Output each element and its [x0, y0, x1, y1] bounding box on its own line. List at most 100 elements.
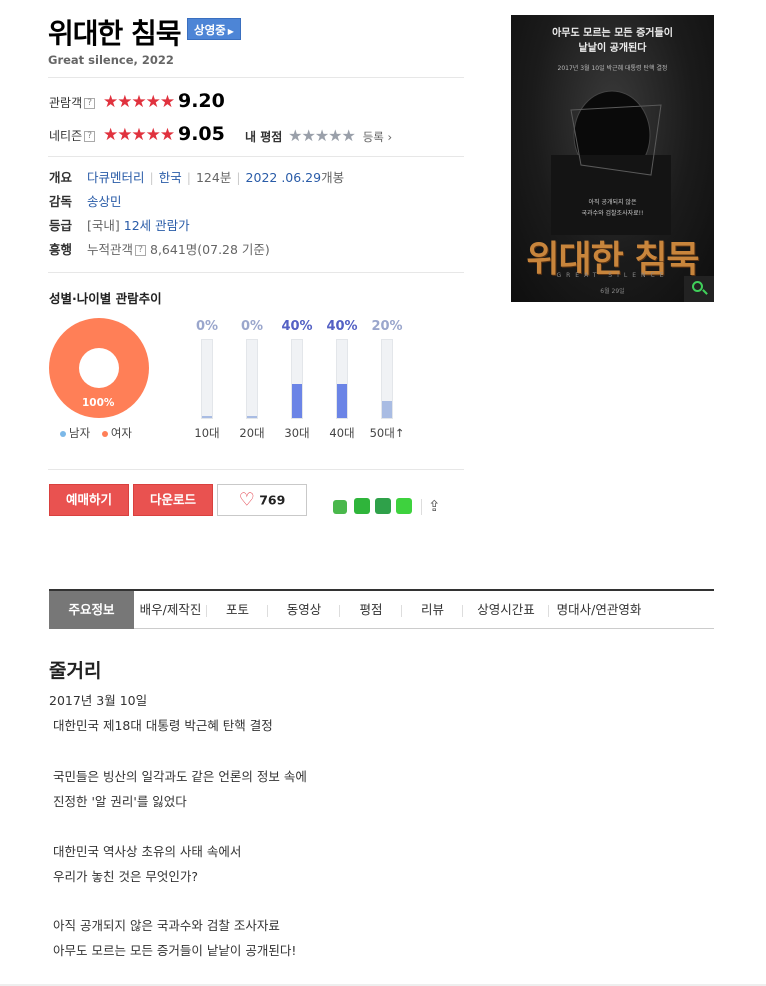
tab-label: 포토 — [225, 602, 249, 617]
male-legend-label: 남자 — [69, 426, 91, 440]
like-count: 769 — [259, 492, 286, 508]
blog-share-icon[interactable] — [333, 500, 347, 514]
my-rating: 내 평점 ★★★★★ 등록 › — [245, 126, 392, 145]
box-office-label: 흥행 — [49, 242, 73, 257]
memo-share-icon[interactable] — [396, 498, 412, 514]
bookmark-share-icon[interactable] — [375, 498, 391, 514]
divider — [48, 77, 464, 78]
tab-5[interactable]: 리뷰 — [402, 591, 463, 629]
grade-link[interactable]: 12세 관람가 — [124, 218, 190, 233]
age-bar — [201, 339, 213, 419]
story-line: 아무도 모르는 모든 증거들이 낱낱이 공개된다! — [53, 943, 297, 958]
donut-hole — [79, 348, 119, 388]
separator: | — [236, 170, 241, 185]
box-office-value: 누적관객? 8,641명(07.28 기준) — [87, 239, 270, 258]
age-bar — [381, 339, 393, 419]
story-line: 대한민국 제18대 대통령 박근혜 탄핵 결정 — [53, 718, 273, 733]
female-legend-label: 여자 — [110, 426, 132, 440]
content-tabs: 주요정보 배우/제작진 포토 동영상 평점 리뷰 상영시간표 명대사/연관영화 — [49, 589, 714, 629]
audience-stars: ★★★★★ — [102, 92, 175, 112]
like-button[interactable]: ♡ 769 — [217, 484, 307, 516]
tab-1[interactable]: 배우/제작진 — [134, 591, 207, 629]
overview-values: 다큐멘터리 | 한국 | 124분 | 2022 .06.29개봉 — [87, 167, 344, 186]
country-link[interactable]: 한국 — [159, 170, 182, 185]
release-date-link[interactable]: 2022 .06.29 — [246, 170, 322, 185]
age-bar-fill — [202, 416, 212, 418]
tab-3[interactable]: 동영상 — [268, 591, 340, 629]
chevron-right-icon: ▶ — [227, 27, 234, 36]
poster-small-1: 아직 공개되지 않은 — [588, 199, 637, 206]
story-line: 진정한 '알 권리'를 잃었다 — [53, 794, 187, 809]
netizen-rating: 네티즌? ★★★★★ 9.05 — [49, 123, 225, 145]
poster-caption: 2017년 3월 10일 박근혜 대통령 탄핵 결정 — [557, 65, 668, 72]
movie-poster[interactable]: 아무도 모르는 모든 증거들이 낱낱이 공개된다 2017년 3월 10일 박근… — [511, 15, 714, 302]
divider — [421, 499, 422, 515]
netizen-score: 9.05 — [177, 123, 225, 145]
tab-6[interactable]: 상영시간표 — [463, 591, 549, 629]
story-heading: 줄거리 — [49, 660, 102, 682]
download-button[interactable]: 다운로드 — [133, 484, 213, 516]
gender-legend: 남자 여자 — [60, 425, 132, 441]
audience-rating: 관람객? ★★★★★ 9.20 — [49, 90, 225, 112]
age-percent-label: 20% — [371, 319, 403, 334]
separator: | — [149, 170, 154, 185]
register-label: 등록 — [362, 130, 384, 144]
age-percent-label: 40% — [281, 319, 313, 334]
age-bar-fill — [247, 416, 257, 418]
overview-label: 개요 — [49, 170, 73, 185]
age-bar — [336, 339, 348, 419]
tab-label: 상영시간표 — [477, 602, 535, 617]
male-legend-dot — [60, 430, 66, 437]
register-link[interactable]: 등록 › — [363, 130, 392, 144]
my-rating-stars[interactable]: ★★★★★ — [288, 126, 356, 145]
band-share-icon[interactable] — [354, 498, 370, 514]
zoom-button[interactable] — [684, 276, 714, 302]
grade-label: 등급 — [49, 218, 73, 233]
story-line: 아직 공개되지 않은 국과수와 검찰 조사자료 — [53, 918, 280, 933]
age-category-label: 20대 — [239, 426, 265, 440]
help-icon[interactable]: ? — [135, 245, 147, 256]
director-link[interactable]: 송상민 — [87, 194, 122, 209]
tab-0[interactable]: 주요정보 — [49, 591, 134, 629]
movie-title: 위대한 침묵 — [48, 17, 182, 50]
tab-label: 리뷰 — [420, 602, 444, 617]
separator: | — [186, 170, 191, 185]
reserve-button[interactable]: 예매하기 — [49, 484, 129, 516]
heart-icon: ♡ — [238, 489, 255, 511]
age-percent-label: 40% — [326, 319, 358, 334]
chart-section-title: 성별·나이별 관람추이 — [49, 291, 162, 306]
poster-tagline-2: 낱낱이 공개된다 — [578, 43, 647, 54]
director-label: 감독 — [49, 194, 73, 209]
status-badge[interactable]: 상영중 ▶ — [187, 18, 241, 40]
director-value: 송상민 — [87, 191, 122, 210]
age-percent-label: 0% — [195, 319, 219, 334]
tab-label: 명대사/연관영화 — [556, 602, 642, 617]
tab-label: 배우/제작진 — [139, 602, 202, 617]
tab-7[interactable]: 명대사/연관영화 — [549, 591, 649, 629]
help-icon[interactable]: ? — [84, 98, 96, 109]
tab-label: 동영상 — [286, 602, 322, 617]
story-date: 2017년 3월 10일 — [49, 693, 148, 708]
divider — [48, 272, 464, 273]
age-category-label: 50대↑ — [369, 426, 405, 440]
help-icon[interactable]: ? — [84, 131, 96, 142]
movie-subtitle: Great silence, 2022 — [48, 53, 174, 67]
poster-tagline-1: 아무도 모르는 모든 증거들이 — [552, 28, 673, 39]
chevron-right-icon: › — [383, 130, 393, 144]
age-category-label: 10대 — [194, 426, 220, 440]
age-bar-fill — [382, 401, 392, 418]
story-line: 우리가 놓친 것은 무엇인가? — [53, 869, 199, 884]
divider — [48, 156, 464, 157]
age-category-label: 30대 — [284, 426, 310, 440]
audience-rating-label: 관람객 — [49, 96, 83, 110]
my-rating-label: 내 평점 — [245, 130, 283, 144]
tab-4[interactable]: 평점 — [340, 591, 402, 629]
age-bar-fill — [337, 384, 347, 418]
age-percent-label: 0% — [240, 319, 264, 334]
tab-2[interactable]: 포토 — [207, 591, 268, 629]
genre-link[interactable]: 다큐멘터리 — [87, 170, 145, 185]
release-suffix: 개봉 — [321, 170, 345, 185]
share-icon[interactable]: ⇪ — [428, 497, 441, 515]
tab-label: 평점 — [359, 602, 383, 617]
divider — [48, 469, 464, 470]
